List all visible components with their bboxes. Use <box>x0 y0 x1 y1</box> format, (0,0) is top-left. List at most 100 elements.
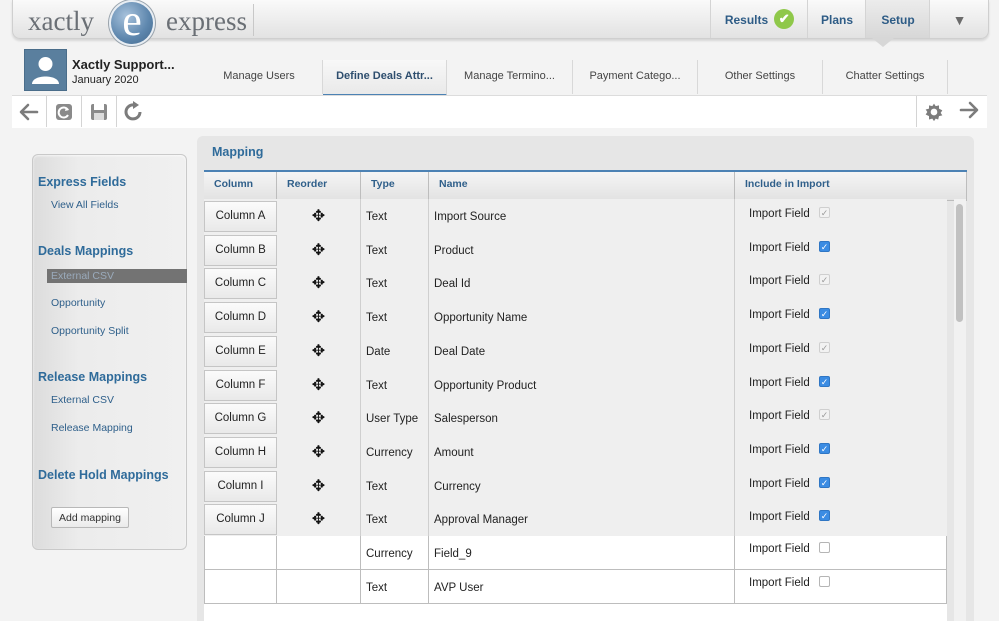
include-in-import-checkbox[interactable] <box>819 542 830 553</box>
table-row[interactable]: Column F ✥ Text Opportunity Product Import F… <box>204 367 947 404</box>
type-cell: User Type <box>361 401 429 436</box>
name-cell[interactable]: Approval Manager <box>429 502 735 537</box>
back-arrow-icon[interactable] <box>12 96 47 127</box>
column-letter-cell[interactable] <box>204 569 277 604</box>
table-row[interactable]: Column C ✥ Text Deal Id Import Field ✓ <box>204 266 947 302</box>
name-cell[interactable]: Deal Id <box>429 266 735 301</box>
sidebar-item-external-csv-active[interactable]: External CSV <box>47 269 187 283</box>
move-handle-icon[interactable]: ✥ <box>277 368 360 404</box>
save-icon[interactable] <box>82 96 117 127</box>
move-handle-icon[interactable]: ✥ <box>277 502 360 538</box>
sidebar-heading-delete-hold-mappings[interactable]: Delete Hold Mappings <box>38 468 169 482</box>
type-cell: Text <box>361 468 429 503</box>
table-row[interactable]: Column D ✥ Text Opportunity Name Import Fiel… <box>204 300 947 336</box>
include-in-import-checkbox[interactable]: ✓ <box>819 240 830 252</box>
move-handle-icon[interactable]: ✥ <box>277 199 360 235</box>
gear-icon[interactable] <box>916 96 951 127</box>
move-handle-icon[interactable]: ✥ <box>277 469 360 505</box>
column-letter-cell[interactable]: Column D <box>204 302 277 334</box>
name-cell[interactable]: Opportunity Product <box>429 367 735 402</box>
header-column[interactable]: Column <box>204 172 277 200</box>
header-reorder[interactable]: Reorder <box>277 172 361 200</box>
name-cell[interactable]: Product <box>429 232 735 267</box>
tab-payment-categories[interactable]: Payment Catego... <box>573 60 698 94</box>
refresh-icon[interactable] <box>47 96 82 127</box>
header-type[interactable]: Type <box>361 172 429 200</box>
move-handle-icon[interactable]: ✥ <box>277 334 360 370</box>
table-row[interactable]: Column A ✥ Text Import Source Import Field ✓ <box>204 199 947 233</box>
table-row[interactable]: Column E ✥ Date Deal Date Import Field ✓ <box>204 333 947 370</box>
move-handle-icon[interactable]: ✥ <box>277 435 360 471</box>
move-handle-icon[interactable]: ✥ <box>277 266 360 302</box>
logo-text-express: express <box>166 6 247 36</box>
table-row[interactable]: Column J ✥ Text Approval Manager Import Fiel… <box>204 502 947 538</box>
sidebar-item-release-external-csv[interactable]: External CSV <box>51 394 114 406</box>
scrollbar-thumb[interactable] <box>956 204 963 322</box>
tab-manage-terminology[interactable]: Manage Termino... <box>447 60 573 94</box>
header-include-in-import[interactable]: Include in Import <box>735 172 967 200</box>
move-handle-icon[interactable]: ✥ <box>277 401 360 437</box>
include-in-import-checkbox[interactable]: ✓ <box>819 375 830 387</box>
xactly-express-logo[interactable]: xactly e express <box>28 0 254 46</box>
type-cell: Text <box>361 266 429 301</box>
table-row[interactable]: Text AVP User Import Field <box>204 569 947 604</box>
tab-chatter-settings[interactable]: Chatter Settings <box>823 60 948 94</box>
avatar[interactable] <box>24 49 67 91</box>
include-in-import-checkbox[interactable]: ✓ <box>819 442 830 454</box>
add-mapping-button[interactable]: Add mapping <box>51 507 129 528</box>
tab-manage-users[interactable]: Manage Users <box>196 60 323 94</box>
include-in-import-checkbox[interactable]: ✓ <box>819 510 830 522</box>
table-row[interactable]: Column I ✥ Text Currency Import Field ✓ <box>204 468 947 505</box>
name-cell[interactable]: Amount <box>429 434 735 469</box>
column-letter-cell[interactable]: Column F <box>204 369 277 401</box>
sidebar-heading-deals-mappings[interactable]: Deals Mappings <box>38 244 133 258</box>
include-cell: Import Field ✓ <box>735 266 947 300</box>
nav-results[interactable]: Results ✔ <box>710 0 808 38</box>
column-letter-cell[interactable]: Column E <box>204 335 277 367</box>
user-name[interactable]: Xactly Support... <box>72 57 175 72</box>
table-row[interactable]: Column G ✥ User Type Salesperson Import Fiel… <box>204 401 947 437</box>
column-letter-cell[interactable]: Column I <box>204 470 277 502</box>
column-letter-cell[interactable] <box>204 536 277 570</box>
sidebar-item-release-mapping[interactable]: Release Mapping <box>51 422 133 434</box>
include-in-import-checkbox[interactable]: ✓ <box>819 308 830 320</box>
column-letter-cell[interactable]: Column B <box>204 234 277 266</box>
name-cell[interactable]: Opportunity Name <box>429 300 735 335</box>
forward-arrow-icon[interactable] <box>952 96 986 127</box>
name-cell[interactable]: Field_9 <box>429 536 735 570</box>
name-cell[interactable]: Import Source <box>429 199 735 233</box>
move-handle-icon[interactable]: ✥ <box>277 300 360 336</box>
column-letter-cell[interactable]: Column G <box>204 403 277 435</box>
table-row[interactable]: Column H ✥ Currency Amount Import Field ✓ <box>204 434 947 471</box>
sidebar-heading-release-mappings[interactable]: Release Mappings <box>38 370 147 384</box>
include-in-import-checkbox[interactable]: ✓ <box>819 476 830 488</box>
header-name[interactable]: Name <box>429 172 735 200</box>
nav-setup[interactable]: Setup <box>865 0 930 38</box>
name-cell[interactable]: Currency <box>429 468 735 503</box>
name-cell[interactable]: Salesperson <box>429 401 735 436</box>
tab-other-settings[interactable]: Other Settings <box>698 60 823 94</box>
setup-selected-pointer <box>872 38 894 47</box>
name-cell[interactable]: AVP User <box>429 569 735 604</box>
column-letter-cell[interactable]: Column A <box>204 201 277 232</box>
name-cell[interactable]: Deal Date <box>429 333 735 368</box>
column-letter-cell[interactable]: Column H <box>204 436 277 468</box>
move-handle-icon[interactable]: ✥ <box>277 233 360 269</box>
tab-define-deals-attributes[interactable]: Define Deals Attr... <box>323 60 447 96</box>
import-field-label: Import Field <box>749 543 810 555</box>
sidebar-item-opportunity[interactable]: Opportunity <box>51 297 105 309</box>
table-row[interactable]: Currency Field_9 Import Field <box>204 536 947 570</box>
sidebar-item-opportunity-split[interactable]: Opportunity Split <box>51 325 129 337</box>
vertical-scrollbar[interactable] <box>954 199 966 621</box>
dropdown-menu-icon[interactable]: ▼ <box>929 0 989 38</box>
sidebar-item-view-all-fields[interactable]: View All Fields <box>51 199 119 211</box>
table-row[interactable]: Column B ✥ Text Product Import Field ✓ <box>204 232 947 269</box>
redo-icon[interactable] <box>117 96 151 127</box>
column-letter-cell[interactable]: Column C <box>204 268 277 300</box>
sidebar-heading-express-fields[interactable]: Express Fields <box>38 175 126 189</box>
column-letter-cell[interactable]: Column J <box>204 504 277 536</box>
include-in-import-checkbox[interactable] <box>819 575 830 587</box>
reorder-cell: ✥ <box>277 468 361 505</box>
nav-plans[interactable]: Plans <box>807 0 866 38</box>
import-field-label: Import Field <box>749 241 810 254</box>
